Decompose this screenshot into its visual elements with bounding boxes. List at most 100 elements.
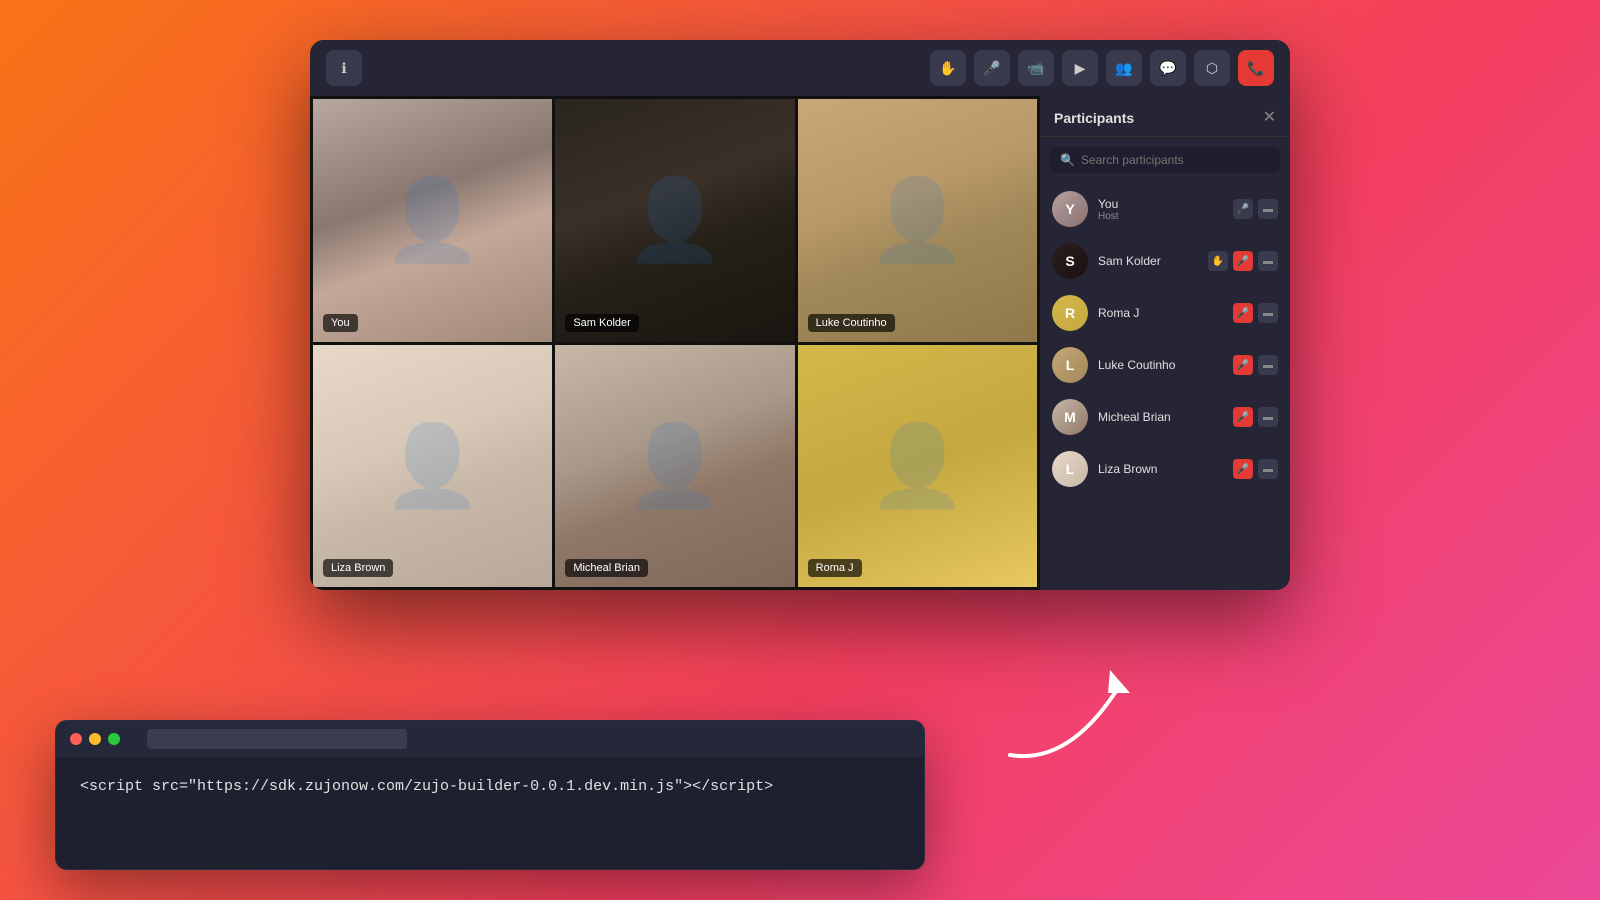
- dot-yellow: [89, 733, 101, 745]
- cam-ctrl-luke: ▬: [1258, 355, 1278, 375]
- cam-ctrl-you: ▬: [1258, 199, 1278, 219]
- panel-header: Participants ✕: [1040, 96, 1290, 137]
- apps-button[interactable]: ⬡: [1194, 50, 1230, 86]
- top-bar: ℹ ✋ 🎤 📹 ▶ 👥 💬: [310, 40, 1290, 96]
- hand-icon: ✋: [939, 60, 956, 77]
- controls-micheal: 🎤 ▬: [1233, 407, 1278, 427]
- avatar-micheal: M: [1052, 399, 1088, 435]
- participants-button[interactable]: 👥: [1106, 50, 1142, 86]
- name-roma: Roma J: [1098, 306, 1223, 320]
- controls-sam: ✋ 🎤 ▬: [1208, 251, 1278, 271]
- mic-ctrl-sam: 🎤: [1233, 251, 1253, 271]
- face-sam: 👤: [555, 99, 794, 342]
- apps-icon: ⬡: [1206, 60, 1218, 77]
- terminal-body: <script src="https://sdk.zujonow.com/zuj…: [56, 757, 924, 817]
- name-tag-luke: Luke Coutinho: [808, 314, 895, 332]
- participant-item-you[interactable]: Y You Host 🎤 ▬: [1040, 183, 1290, 235]
- chat-button[interactable]: 💬: [1150, 50, 1186, 86]
- face-roma: 👤: [798, 345, 1037, 588]
- arrow-svg: [990, 655, 1150, 775]
- dot-green: [108, 733, 120, 745]
- info-button[interactable]: ℹ: [326, 50, 362, 86]
- participant-item-liza[interactable]: L Liza Brown 🎤 ▬: [1040, 443, 1290, 495]
- terminal-section: <script src="https://sdk.zujonow.com/zuj…: [55, 720, 925, 870]
- video-window: ℹ ✋ 🎤 📹 ▶ 👥 💬: [310, 40, 1290, 590]
- name-you: You: [1098, 197, 1223, 211]
- role-you: Host: [1098, 211, 1223, 222]
- terminal-top-bar: [56, 721, 924, 757]
- face-liza: 👤: [313, 345, 552, 588]
- participant-list: Y You Host 🎤 ▬ S S: [1040, 183, 1290, 590]
- screen-share-icon: ▶: [1075, 60, 1086, 77]
- mic-ctrl-you: 🎤: [1233, 199, 1253, 219]
- content-area: 👤 You 👤 Sam Kolder 👤 Luke Coutinho 👤 Liz…: [310, 96, 1290, 590]
- mic-ctrl-liza: 🎤: [1233, 459, 1253, 479]
- cam-ctrl-liza: ▬: [1258, 459, 1278, 479]
- hand-raise-button[interactable]: ✋: [930, 50, 966, 86]
- dot-red: [70, 733, 82, 745]
- arrow-container: [990, 655, 1150, 780]
- participants-icon: 👥: [1115, 60, 1132, 77]
- cam-ctrl-roma: ▬: [1258, 303, 1278, 323]
- code-line: <script src="https://sdk.zujonow.com/zuj…: [80, 775, 900, 799]
- mute-button[interactable]: 🎤: [974, 50, 1010, 86]
- info-roma: Roma J: [1098, 306, 1223, 320]
- search-icon: 🔍: [1060, 153, 1075, 167]
- participant-item-micheal[interactable]: M Micheal Brian 🎤 ▬: [1040, 391, 1290, 443]
- top-bar-left: ℹ: [326, 50, 362, 86]
- close-panel-button[interactable]: ✕: [1263, 110, 1276, 126]
- info-liza: Liza Brown: [1098, 462, 1223, 476]
- end-call-button[interactable]: 📞: [1238, 50, 1274, 86]
- video-tile-sam: 👤 Sam Kolder: [555, 99, 794, 342]
- info-you: You Host: [1098, 197, 1223, 222]
- avatar-you: Y: [1052, 191, 1088, 227]
- chat-icon: 💬: [1159, 60, 1176, 77]
- mic-ctrl-roma: 🎤: [1233, 303, 1253, 323]
- search-box[interactable]: 🔍: [1050, 147, 1280, 173]
- controls-you: 🎤 ▬: [1233, 199, 1278, 219]
- screen-share-button[interactable]: ▶: [1062, 50, 1098, 86]
- name-micheal: Micheal Brian: [1098, 410, 1223, 424]
- mic-ctrl-micheal: 🎤: [1233, 407, 1253, 427]
- avatar-roma: R: [1052, 295, 1088, 331]
- camera-icon: 📹: [1027, 60, 1044, 77]
- camera-button[interactable]: 📹: [1018, 50, 1054, 86]
- video-tile-luke: 👤 Luke Coutinho: [798, 99, 1037, 342]
- main-container: ℹ ✋ 🎤 📹 ▶ 👥 💬: [0, 0, 1600, 900]
- cam-ctrl-micheal: ▬: [1258, 407, 1278, 427]
- controls-liza: 🎤 ▬: [1233, 459, 1278, 479]
- video-tile-micheal: 👤 Micheal Brian: [555, 345, 794, 588]
- avatar-luke: L: [1052, 347, 1088, 383]
- top-bar-right: ✋ 🎤 📹 ▶ 👥 💬 ⬡: [930, 50, 1274, 86]
- participants-panel: Participants ✕ 🔍 Y You Host: [1040, 96, 1290, 590]
- info-icon: ℹ: [341, 60, 346, 77]
- mic-ctrl-luke: 🎤: [1233, 355, 1253, 375]
- name-tag-liza: Liza Brown: [323, 559, 393, 577]
- face-you: 👤: [313, 99, 552, 342]
- search-participants-input[interactable]: [1081, 153, 1270, 167]
- info-sam: Sam Kolder: [1098, 254, 1198, 268]
- controls-roma: 🎤 ▬: [1233, 303, 1278, 323]
- end-call-icon: 📞: [1247, 60, 1264, 77]
- video-grid: 👤 You 👤 Sam Kolder 👤 Luke Coutinho 👤 Liz…: [310, 96, 1040, 590]
- controls-luke: 🎤 ▬: [1233, 355, 1278, 375]
- mic-icon: 🎤: [983, 60, 1000, 77]
- video-tile-you: 👤 You: [313, 99, 552, 342]
- name-tag-you: You: [323, 314, 358, 332]
- hand-ctrl-sam: ✋: [1208, 251, 1228, 271]
- avatar-liza: L: [1052, 451, 1088, 487]
- name-tag-sam: Sam Kolder: [565, 314, 638, 332]
- participant-item-luke[interactable]: L Luke Coutinho 🎤 ▬: [1040, 339, 1290, 391]
- name-luke: Luke Coutinho: [1098, 358, 1223, 372]
- video-tile-roma: 👤 Roma J: [798, 345, 1037, 588]
- participant-item-roma[interactable]: R Roma J 🎤 ▬: [1040, 287, 1290, 339]
- face-luke: 👤: [798, 99, 1037, 342]
- name-liza: Liza Brown: [1098, 462, 1223, 476]
- face-micheal: 👤: [555, 345, 794, 588]
- info-micheal: Micheal Brian: [1098, 410, 1223, 424]
- name-sam: Sam Kolder: [1098, 254, 1198, 268]
- avatar-sam: S: [1052, 243, 1088, 279]
- info-luke: Luke Coutinho: [1098, 358, 1223, 372]
- participant-item-sam[interactable]: S Sam Kolder ✋ 🎤 ▬: [1040, 235, 1290, 287]
- terminal-window: <script src="https://sdk.zujonow.com/zuj…: [55, 720, 925, 870]
